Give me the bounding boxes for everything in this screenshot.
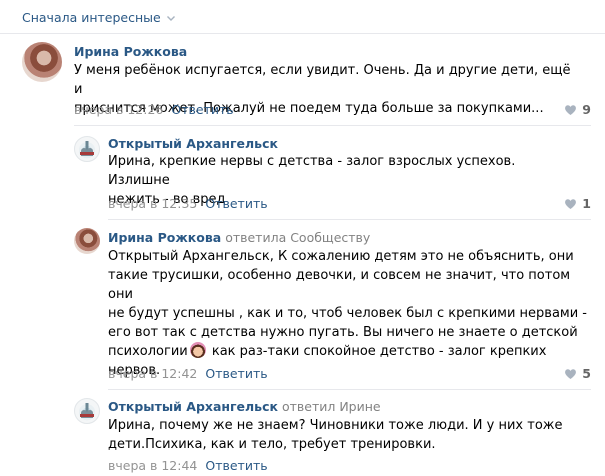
- comment-text-part: Открытый Архангельск, К сожалению детям …: [108, 249, 587, 359]
- avatar[interactable]: [74, 228, 100, 254]
- comment-author[interactable]: Ирина Рожкова: [108, 230, 221, 245]
- like-count: 1: [582, 196, 591, 211]
- reply-to-label[interactable]: ответил Ирине: [282, 399, 381, 414]
- heart-icon: [565, 198, 577, 209]
- comment-divider: [108, 219, 591, 220]
- reply-button[interactable]: Ответить: [205, 366, 267, 381]
- comment-text: Открытый Архангельск, К сожалению детям …: [108, 247, 588, 380]
- comment-divider: [74, 125, 591, 126]
- avatar[interactable]: [74, 136, 100, 162]
- like-button[interactable]: 1: [564, 196, 591, 211]
- comment-author[interactable]: Открытый Архангельск: [108, 399, 278, 414]
- sort-dropdown[interactable]: Сначала интересные: [22, 10, 176, 25]
- comment-header: Открытый Архангельск ответил Ирине: [108, 399, 381, 414]
- like-count: 9: [582, 102, 591, 117]
- reply-button[interactable]: Ответить: [205, 196, 267, 211]
- comment-time[interactable]: вчера в 12:35: [108, 196, 197, 211]
- comment-time[interactable]: вчера в 12:44: [108, 458, 197, 473]
- comment-author[interactable]: Ирина Рожкова: [74, 44, 187, 59]
- reply-button[interactable]: Ответить: [205, 458, 267, 473]
- heart-icon: [565, 368, 577, 379]
- chevron-down-icon: [166, 15, 175, 21]
- like-button[interactable]: 9: [564, 102, 591, 117]
- reply-to-label[interactable]: ответила Сообществу: [225, 230, 370, 245]
- reply-button[interactable]: Ответить: [171, 102, 233, 117]
- comment-divider: [108, 389, 591, 390]
- comment-meta: вчера в 12:42 Ответить: [108, 366, 268, 381]
- sort-label: Сначала интересные: [22, 10, 161, 25]
- comment-meta: вчера в 12:35 Ответить: [108, 196, 268, 211]
- comment-time[interactable]: вчера в 12:42: [108, 366, 197, 381]
- comment-meta: вчера в 12:44 Ответить: [108, 458, 268, 473]
- woman-gesturing-emoji: [189, 342, 206, 358]
- heart-icon: [565, 104, 577, 115]
- comment-header: Ирина Рожкова ответила Сообществу: [108, 230, 370, 245]
- avatar[interactable]: [22, 42, 62, 82]
- comment-author[interactable]: Открытый Архангельск: [108, 136, 278, 151]
- header-divider: [0, 33, 605, 34]
- comment-meta: вчера в 12:26 Ответить: [74, 102, 234, 117]
- comment-text: Ирина, почему же не знаем? Чиновники тож…: [108, 418, 563, 452]
- like-button[interactable]: 5: [564, 366, 591, 381]
- avatar[interactable]: [74, 398, 100, 424]
- comment-time[interactable]: вчера в 12:26: [74, 102, 163, 117]
- like-count: 5: [582, 366, 591, 381]
